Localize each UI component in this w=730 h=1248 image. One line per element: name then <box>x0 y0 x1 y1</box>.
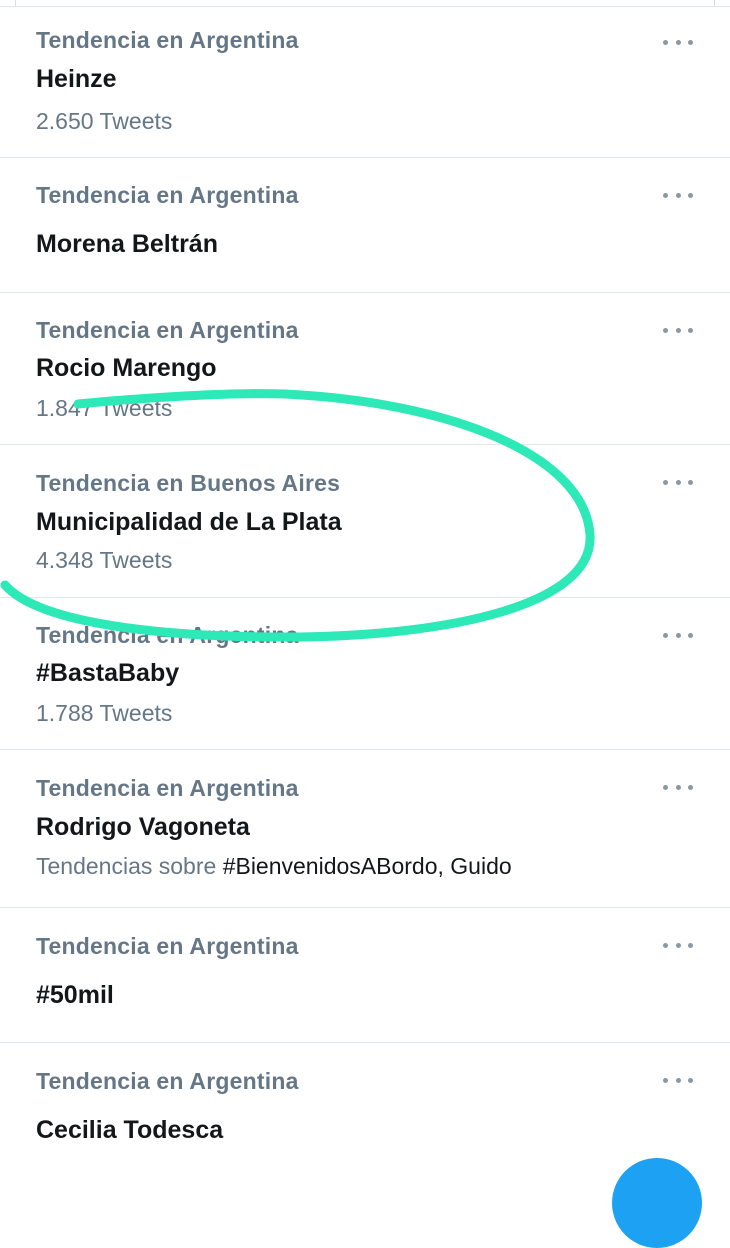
trend-context: Tendencia en Argentina <box>36 775 299 801</box>
more-options-button[interactable] <box>660 1070 696 1090</box>
trend-context: Tendencia en Argentina <box>36 933 299 959</box>
more-options-button[interactable] <box>660 32 696 52</box>
trend-tweet-count: 2.650 Tweets <box>36 108 173 134</box>
trend-name[interactable]: Heinze <box>36 65 117 94</box>
more-options-button[interactable] <box>660 777 696 797</box>
trend-tweet-count: 1.788 Tweets <box>36 700 173 726</box>
trend-name[interactable]: Cecilia Todesca <box>36 1116 223 1145</box>
trend-item[interactable]: Tendencia en Argentina Rodrigo Vagoneta … <box>0 750 730 908</box>
trend-context: Tendencia en Buenos Aires <box>36 470 341 496</box>
trend-item[interactable]: Tendencia en Argentina Heinze 2.650 Twee… <box>0 7 730 158</box>
more-horizontal-icon <box>663 632 668 638</box>
trend-context: Tendencia en Argentina <box>36 622 299 648</box>
more-options-button[interactable] <box>660 625 696 645</box>
trend-tweet-count: 4.348 Tweets <box>36 547 173 573</box>
trend-name[interactable]: Municipalidad de La Plata <box>36 508 342 537</box>
top-divider <box>0 0 730 7</box>
more-horizontal-icon <box>663 479 668 485</box>
more-options-button[interactable] <box>660 320 696 340</box>
trend-name[interactable]: #50mil <box>36 981 114 1010</box>
trend-item[interactable]: Tendencia en Argentina #BastaBaby 1.788 … <box>0 598 730 750</box>
trend-name[interactable]: Morena Beltrán <box>36 230 218 259</box>
trend-tweet-count: 1.847 Tweets <box>36 395 173 421</box>
more-options-button[interactable] <box>660 472 696 492</box>
trend-item[interactable]: Tendencia en Buenos Aires Municipalidad … <box>0 445 730 598</box>
trend-item[interactable]: Tendencia en Argentina Cecilia Todesca <box>0 1043 730 1173</box>
trend-name[interactable]: Rodrigo Vagoneta <box>36 813 250 842</box>
more-horizontal-icon <box>663 784 668 790</box>
more-horizontal-icon <box>663 192 668 198</box>
more-horizontal-icon <box>663 942 668 948</box>
trend-context: Tendencia en Argentina <box>36 1068 299 1094</box>
more-horizontal-icon <box>663 1077 668 1083</box>
more-horizontal-icon <box>663 39 668 45</box>
trend-name[interactable]: #BastaBaby <box>36 659 179 688</box>
trend-context: Tendencia en Argentina <box>36 182 299 208</box>
trend-name[interactable]: Rocio Marengo <box>36 354 217 383</box>
trend-related-prefix: Tendencias sobre <box>36 853 223 879</box>
trend-related: Tendencias sobre #BienvenidosABordo, Gui… <box>36 853 512 880</box>
trend-item[interactable]: Tendencia en Argentina Rocio Marengo 1.8… <box>0 293 730 445</box>
trend-context: Tendencia en Argentina <box>36 317 299 343</box>
more-options-button[interactable] <box>660 935 696 955</box>
more-horizontal-icon <box>663 327 668 333</box>
trend-item[interactable]: Tendencia en Argentina #50mil <box>0 908 730 1043</box>
trend-context: Tendencia en Argentina <box>36 27 299 53</box>
trend-item[interactable]: Tendencia en Argentina Morena Beltrán <box>0 158 730 293</box>
trend-related-topics[interactable]: #BienvenidosABordo, Guido <box>223 853 512 879</box>
more-options-button[interactable] <box>660 185 696 205</box>
compose-fab-icon[interactable] <box>612 1158 702 1248</box>
